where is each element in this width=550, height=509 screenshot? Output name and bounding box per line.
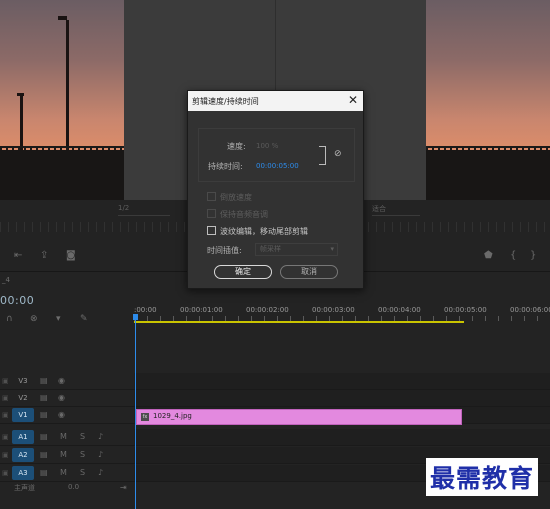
- interpolation-value: 帧采样: [260, 245, 281, 253]
- linked-selection-icon[interactable]: ⊗: [30, 314, 38, 324]
- microphone-icon[interactable]: ♪: [98, 468, 103, 477]
- speed-field[interactable]: 100 %: [256, 142, 278, 150]
- sync-lock-icon[interactable]: ▤: [40, 450, 48, 459]
- track-v2: ▣ V2 ▤ ◉: [0, 390, 550, 407]
- solo-icon[interactable]: S: [80, 450, 85, 459]
- master-volume[interactable]: 0.0: [68, 483, 79, 491]
- eye-icon[interactable]: ◉: [58, 376, 65, 385]
- add-marker-icon[interactable]: ▾: [56, 314, 61, 324]
- lock-icon[interactable]: ▣: [2, 411, 9, 419]
- speed-label: 速度:: [227, 142, 246, 151]
- lock-icon[interactable]: ▣: [2, 394, 9, 402]
- lock-icon[interactable]: ▣: [2, 433, 9, 441]
- snap-icon[interactable]: ∩: [6, 314, 13, 324]
- work-area-bar[interactable]: [134, 321, 464, 323]
- video-clip[interactable]: fx 1029_4.jpg: [136, 409, 462, 425]
- ruler-label: 00:00:05:00: [444, 306, 487, 314]
- go-to-in-icon[interactable]: {: [510, 250, 516, 261]
- timecode-display[interactable]: 00:00: [0, 294, 34, 307]
- interpolation-select[interactable]: 帧采样 ▾: [255, 243, 338, 256]
- solo-icon[interactable]: S: [80, 432, 85, 441]
- eye-icon[interactable]: ◉: [58, 410, 65, 419]
- maintain-pitch-checkbox[interactable]: [207, 209, 216, 218]
- speed-duration-group: [198, 128, 355, 182]
- duration-label: 持续时间:: [208, 162, 243, 171]
- mute-icon[interactable]: M: [60, 450, 67, 459]
- cancel-button[interactable]: 取消: [280, 265, 338, 279]
- ripple-edit-checkbox[interactable]: [207, 226, 216, 235]
- mute-icon[interactable]: M: [60, 432, 67, 441]
- video-frame-left: [0, 0, 124, 200]
- track-name[interactable]: A1: [12, 430, 34, 444]
- interpolation-label: 时间插值:: [207, 246, 242, 255]
- sync-lock-icon[interactable]: ▤: [40, 410, 48, 419]
- dialog-title-bar[interactable]: 剪辑速度/持续时间 ✕: [188, 91, 363, 111]
- microphone-icon[interactable]: ♪: [98, 450, 103, 459]
- camera-icon[interactable]: ◙: [66, 250, 76, 261]
- sync-lock-icon[interactable]: ▤: [40, 432, 48, 441]
- sync-lock-icon[interactable]: ▤: [40, 468, 48, 477]
- master-track: 主声道 0.0 ⇥: [0, 480, 134, 496]
- playhead-line[interactable]: [135, 316, 136, 509]
- ruler-label: 00:00:03:00: [312, 306, 355, 314]
- lock-icon[interactable]: ▣: [2, 469, 9, 477]
- chevron-down-icon: ▾: [330, 245, 334, 253]
- premiere-window: 1/2 适合 ⇤ ⇪ ◙ ⬟ { } _4 00:00 ∩ ⊗ ▾ ✎ :00:…: [0, 0, 550, 509]
- solo-icon[interactable]: S: [80, 468, 85, 477]
- fx-icon: fx: [141, 413, 149, 421]
- mute-icon[interactable]: M: [60, 468, 67, 477]
- eye-icon[interactable]: ◉: [58, 393, 65, 402]
- ruler-label: 00:00:06:00: [510, 306, 550, 314]
- link-icon[interactable]: ⊘: [334, 149, 342, 159]
- lock-icon[interactable]: ▣: [2, 451, 9, 459]
- track-name[interactable]: V1: [12, 408, 34, 422]
- lift-icon[interactable]: ⇪: [40, 250, 48, 261]
- clip-speed-duration-dialog: 剪辑速度/持续时间 ✕ 速度: 100 % 持续时间: 00:00:05:00 …: [187, 90, 364, 289]
- sync-lock-icon[interactable]: ▤: [40, 376, 48, 385]
- track-name[interactable]: A3: [12, 466, 34, 480]
- track-v3: ▣ V3 ▤ ◉: [0, 373, 550, 390]
- mark-in-icon[interactable]: ⇤: [14, 250, 22, 261]
- ruler-label: 00:00:02:00: [246, 306, 289, 314]
- ripple-edit-label: 波纹编辑，移动尾部剪辑: [220, 227, 308, 236]
- sequence-tab[interactable]: _4: [2, 276, 10, 284]
- ruler-label: 00:00:01:00: [180, 306, 223, 314]
- dialog-title: 剪辑速度/持续时间: [192, 97, 259, 106]
- sync-lock-icon[interactable]: ▤: [40, 393, 48, 402]
- track-name[interactable]: V2: [12, 391, 34, 405]
- watermark-logo: 最需教育: [426, 458, 539, 496]
- track-name[interactable]: A2: [12, 448, 34, 462]
- microphone-icon[interactable]: ♪: [98, 432, 103, 441]
- ruler-label: 00:00:04:00: [378, 306, 421, 314]
- track-a1: ▣ A1 ▤ M S ♪: [0, 429, 550, 446]
- wrench-icon[interactable]: ✎: [80, 314, 88, 324]
- link-bracket: [319, 146, 326, 165]
- track-name[interactable]: V3: [12, 374, 34, 388]
- close-icon[interactable]: ✕: [348, 93, 358, 107]
- lock-icon[interactable]: ▣: [2, 377, 9, 385]
- marker-icon[interactable]: ⬟: [484, 250, 493, 261]
- reverse-speed-label: 倒放速度: [220, 193, 252, 202]
- resolution-select[interactable]: 1/2: [118, 204, 170, 216]
- zoom-select[interactable]: 适合: [372, 204, 420, 216]
- duration-field[interactable]: 00:00:05:00: [256, 162, 299, 170]
- go-to-out-icon[interactable]: }: [530, 250, 536, 261]
- maintain-pitch-label: 保持音频音调: [220, 210, 268, 219]
- ruler-label: :00:00: [134, 306, 157, 314]
- master-label: 主声道: [14, 484, 35, 492]
- clip-name: 1029_4.jpg: [153, 412, 192, 420]
- reverse-speed-checkbox[interactable]: [207, 192, 216, 201]
- video-frame-right: [426, 0, 550, 200]
- ok-button[interactable]: 确定: [214, 265, 272, 279]
- go-to-end-icon[interactable]: ⇥: [120, 483, 127, 492]
